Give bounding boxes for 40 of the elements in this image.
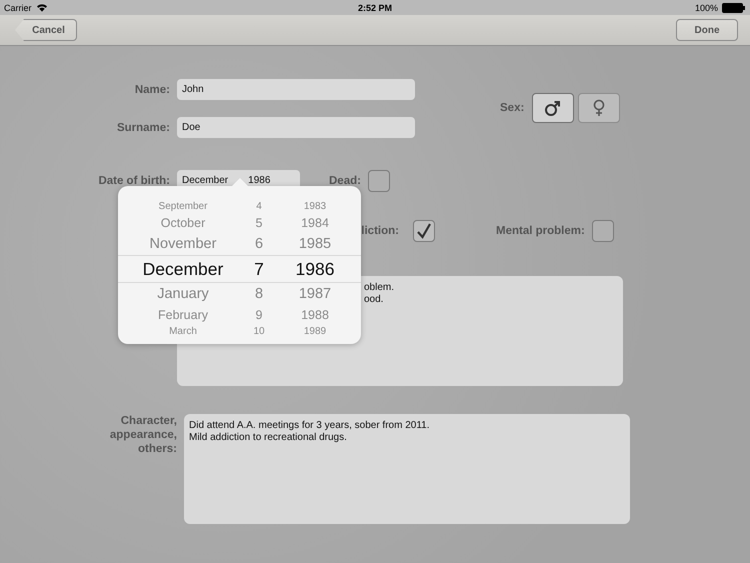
- checkbox[interactable]: [368, 170, 390, 192]
- field-label: Dead:: [329, 174, 361, 186]
- done-button[interactable]: Done: [676, 19, 738, 41]
- field-label: Name:: [134, 84, 170, 96]
- status-time: 2:52 PM: [358, 2, 392, 12]
- picker-day[interactable]: 4: [248, 201, 270, 212]
- sex-button[interactable]: [578, 93, 620, 123]
- picker-year[interactable]: 1988: [282, 308, 348, 322]
- picker-month[interactable]: November: [118, 236, 248, 252]
- male-symbol-icon: [544, 99, 562, 117]
- battery-icon: [722, 2, 746, 12]
- carrier-label: Carrier: [4, 2, 32, 12]
- picker-year[interactable]: 1985: [282, 236, 348, 252]
- field-label: Mental problem:: [496, 224, 585, 236]
- picker-day[interactable]: 5: [248, 216, 270, 230]
- checkbox[interactable]: [413, 220, 435, 242]
- cancel-button[interactable]: Cancel: [15, 19, 77, 41]
- field-label: liction:: [360, 224, 399, 236]
- field-label: Surname:: [116, 122, 170, 134]
- wifi-icon: [36, 3, 48, 12]
- picker-day[interactable]: 10: [248, 326, 270, 337]
- text-area[interactable]: Did attend A.A. meetings for 3 years, sober from 2011. Mild addiction to recreational drugs.: [184, 414, 630, 524]
- checkbox[interactable]: [592, 220, 614, 242]
- picker-month[interactable]: September: [118, 201, 248, 212]
- sex-button[interactable]: [532, 93, 574, 123]
- picker-month[interactable]: October: [118, 216, 248, 230]
- picker-year[interactable]: 1984: [282, 216, 348, 230]
- picker-day[interactable]: 6: [248, 236, 270, 252]
- picker-day[interactable]: 8: [248, 286, 270, 302]
- checkmark-icon: [415, 222, 433, 240]
- text-field[interactable]: Doe: [177, 117, 415, 138]
- field-label: Character, appearance, others:: [108, 414, 177, 456]
- picker-day[interactable]: 9: [248, 308, 270, 322]
- picker-year[interactable]: 1987: [282, 286, 348, 302]
- picker-year[interactable]: 1989: [282, 326, 348, 337]
- field-label: Sex:: [500, 102, 524, 114]
- text-field[interactable]: John: [177, 79, 415, 100]
- picker-year[interactable]: 1983: [282, 201, 348, 212]
- battery-percent: 100%: [694, 2, 718, 12]
- field-label: Date of birth:: [97, 174, 170, 186]
